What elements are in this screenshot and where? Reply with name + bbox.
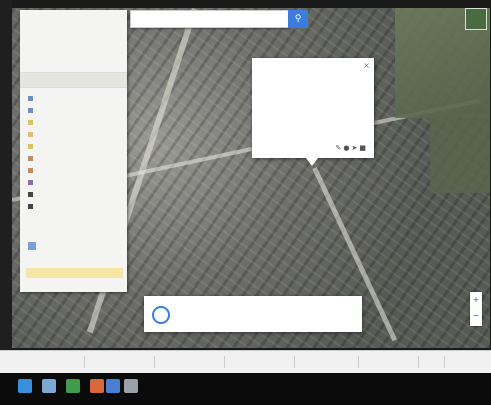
download-item[interactable] bbox=[164, 356, 225, 368]
search-input[interactable] bbox=[130, 10, 290, 28]
info-window-actions: ✎●➤■ bbox=[336, 144, 368, 152]
layer-color-swatch bbox=[28, 168, 33, 173]
layer-color-swatch bbox=[28, 156, 33, 161]
download-item[interactable] bbox=[364, 356, 419, 368]
download-item[interactable] bbox=[234, 356, 295, 368]
search-icon: ⚲ bbox=[294, 14, 302, 24]
browser-icon[interactable] bbox=[66, 379, 80, 393]
layer-item[interactable] bbox=[28, 156, 124, 166]
zoom-in-button[interactable]: + bbox=[470, 292, 482, 308]
download-item[interactable] bbox=[94, 356, 155, 368]
layer-item[interactable] bbox=[28, 120, 124, 130]
layer-color-swatch bbox=[28, 204, 33, 209]
layer-item[interactable] bbox=[28, 192, 124, 202]
zoom-out-button[interactable]: − bbox=[470, 308, 482, 324]
search-button[interactable]: ⚲ bbox=[288, 10, 308, 28]
layer-color-swatch bbox=[28, 192, 33, 197]
layer-item[interactable] bbox=[28, 168, 124, 178]
notification-banner bbox=[144, 296, 362, 332]
download-item[interactable] bbox=[24, 356, 85, 368]
layer-header[interactable] bbox=[20, 72, 127, 88]
layer-color-swatch bbox=[28, 180, 33, 185]
layer-item[interactable] bbox=[28, 144, 124, 154]
layer-color-swatch bbox=[28, 108, 33, 113]
layer-color-swatch bbox=[28, 120, 33, 125]
zoom-control: + − bbox=[470, 292, 482, 326]
map-field-area bbox=[430, 113, 490, 193]
base-map-toggle[interactable] bbox=[28, 242, 118, 260]
layer-color-swatch bbox=[28, 144, 33, 149]
download-bar bbox=[0, 350, 491, 373]
map-side-panel bbox=[20, 10, 127, 292]
layer-color-swatch bbox=[28, 96, 33, 101]
info-window: × ✎●➤■ bbox=[252, 58, 374, 158]
explorer-icon[interactable] bbox=[42, 379, 56, 393]
app-icon[interactable] bbox=[106, 379, 120, 393]
layer-item[interactable] bbox=[28, 204, 124, 214]
app2-icon[interactable] bbox=[124, 379, 138, 393]
style-icon[interactable]: ● bbox=[343, 144, 351, 152]
taskbar bbox=[0, 373, 491, 405]
layer-item[interactable] bbox=[28, 96, 124, 106]
delete-icon[interactable]: ■ bbox=[359, 144, 368, 152]
layer-item[interactable] bbox=[28, 180, 124, 190]
download-item[interactable] bbox=[304, 356, 359, 368]
close-icon[interactable]: × bbox=[363, 61, 370, 70]
start-icon[interactable] bbox=[18, 379, 32, 393]
info-window-pointer bbox=[306, 158, 318, 166]
screen: ⚲ × ✎●➤■ + − bbox=[0, 0, 491, 405]
layer-list bbox=[28, 96, 124, 216]
layer-item[interactable] bbox=[28, 108, 124, 118]
media-icon[interactable] bbox=[90, 379, 104, 393]
panel-note bbox=[26, 268, 123, 278]
layer-color-swatch bbox=[28, 132, 33, 137]
map-type-toggle[interactable] bbox=[465, 8, 487, 30]
info-icon bbox=[152, 306, 170, 324]
download-item[interactable] bbox=[420, 356, 445, 368]
layer-item[interactable] bbox=[28, 132, 124, 142]
left-edge-strip bbox=[0, 0, 12, 373]
base-map-icon bbox=[28, 242, 36, 250]
